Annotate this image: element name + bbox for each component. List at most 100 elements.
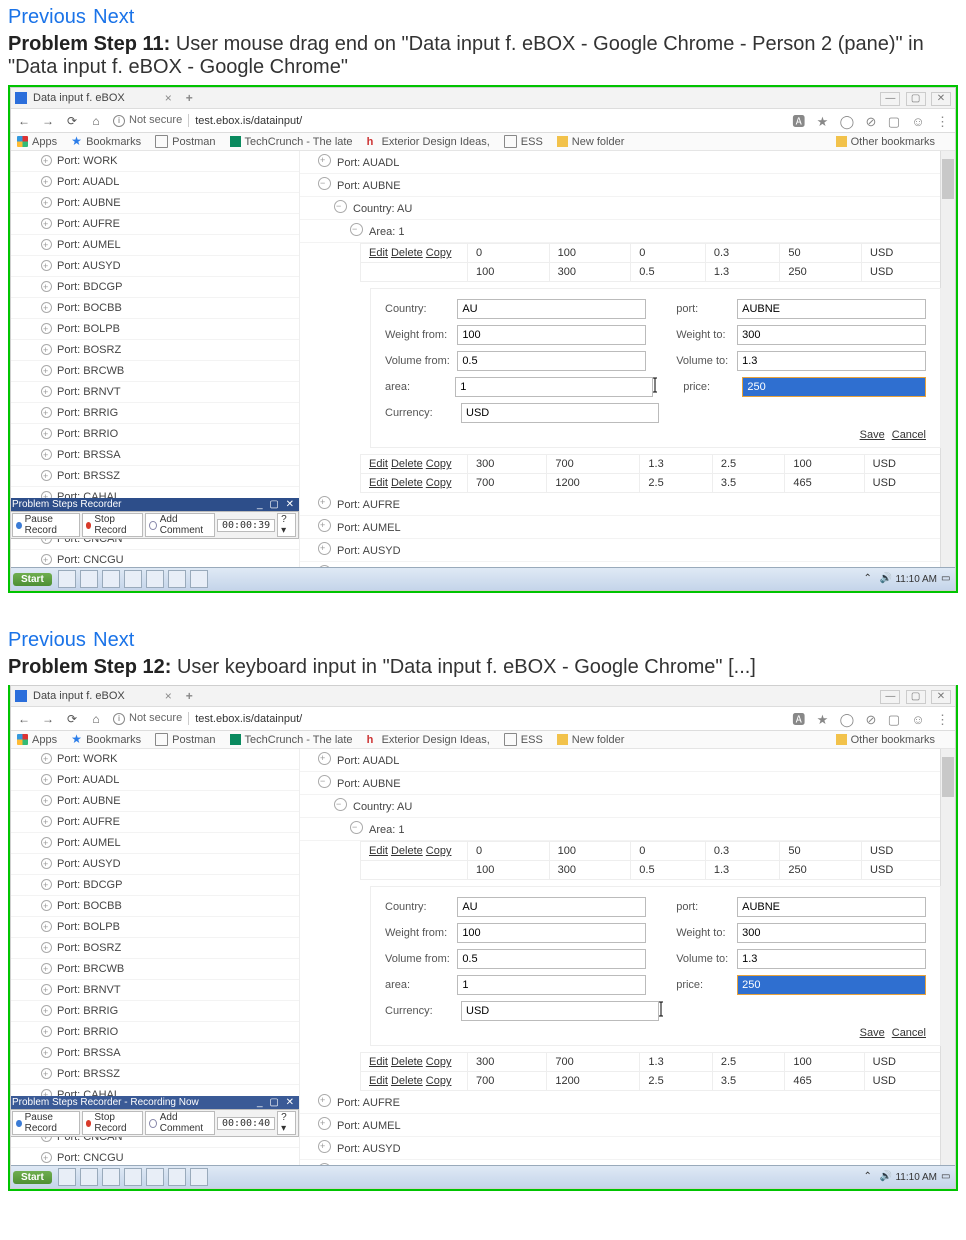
taskbar-icon[interactable] [124,1168,142,1186]
tray-icon[interactable]: 🔊 [879,1171,891,1183]
delete-link[interactable]: Delete [391,1075,423,1087]
bm-ess[interactable]: ESS [504,733,543,746]
port-item[interactable]: Port: WORK [11,151,299,172]
port-item[interactable]: Port: CNCGU [11,550,299,567]
bm-techcrunch[interactable]: TechCrunch - The late [230,136,353,148]
input-wto[interactable] [737,325,926,345]
port-item[interactable]: Port: BRSSA [11,1043,299,1064]
tree-port[interactable]: Port: AUSYD [337,545,401,557]
port-item[interactable]: Port: BOSRZ [11,938,299,959]
bookmark-star-icon[interactable]: ★ [817,712,829,727]
save-link[interactable]: Save [860,1027,885,1039]
expand-icon[interactable] [318,1140,331,1153]
taskbar-icon[interactable] [168,570,186,588]
apps-button[interactable]: Apps [17,136,57,148]
expand-icon[interactable] [318,154,331,167]
port-item[interactable]: Port: WORK [11,749,299,770]
tree-port[interactable]: Port: AUBNE [337,180,401,192]
reload-icon[interactable]: ⟳ [65,114,79,128]
delete-link[interactable]: Delete [391,1056,423,1068]
copy-link[interactable]: Copy [426,1075,452,1087]
tray-icon[interactable]: 🔊 [879,573,891,585]
port-item[interactable]: Port: AUSYD [11,256,299,277]
input-vto[interactable] [737,949,926,969]
edit-link[interactable]: Edit [369,247,388,259]
port-item[interactable]: Port: AUSYD [11,854,299,875]
expand-icon[interactable] [318,542,331,555]
psr-pause[interactable]: Pause Record [12,1111,80,1135]
port-item[interactable]: Port: AUFRE [11,812,299,833]
windows-taskbar[interactable]: Start ⌃ 🔊 11:10 AM ▭ [11,567,955,590]
expand-icon[interactable] [318,565,331,567]
home-icon[interactable]: ⌂ [89,114,103,128]
copy-link[interactable]: Copy [426,845,452,857]
ext-icon-3[interactable]: ▢ [888,712,900,727]
port-item[interactable]: Port: BRRIO [11,424,299,445]
taskbar-icon[interactable] [58,1168,76,1186]
tree-port[interactable]: Port: AUADL [337,157,399,169]
port-item[interactable]: Port: BRSSZ [11,1064,299,1085]
edit-link[interactable]: Edit [369,845,388,857]
input-price[interactable] [737,975,926,995]
port-item[interactable]: Port: BDCGP [11,277,299,298]
input-country[interactable] [457,897,646,917]
prev-link[interactable]: Previous [8,629,86,651]
collapse-icon[interactable] [318,775,331,788]
taskbar-icon[interactable] [58,570,76,588]
forward-icon[interactable]: → [41,114,55,128]
port-item[interactable]: Port: BRNVT [11,980,299,1001]
bm-postman[interactable]: Postman [155,733,215,746]
new-tab-icon[interactable]: + [186,689,193,703]
port-item[interactable]: Port: BOSRZ [11,340,299,361]
collapse-icon[interactable] [350,223,363,236]
input-wfrom[interactable] [457,923,646,943]
bookmark-star-icon[interactable]: ★ [817,114,829,129]
psr-addcomment[interactable]: Add Comment [145,1111,215,1135]
home-icon[interactable]: ⌂ [89,712,103,726]
profile-icon[interactable]: ☺ [911,712,924,727]
ext-icon-3[interactable]: ▢ [888,114,900,129]
bm-exterior[interactable]: hExterior Design Ideas, [367,734,490,746]
other-bookmarks[interactable]: Other bookmarks [836,136,935,148]
port-item[interactable]: Port: AUADL [11,172,299,193]
port-item[interactable]: Port: AUMEL [11,833,299,854]
port-item[interactable]: Port: BRNVT [11,382,299,403]
port-item[interactable]: Port: BOCBB [11,298,299,319]
tree-port[interactable]: Port: AUADL [337,755,399,767]
edit-link[interactable]: Edit [369,458,388,470]
edit-link[interactable]: Edit [369,1075,388,1087]
port-item[interactable]: Port: BOLPB [11,917,299,938]
start-button[interactable]: Start [13,573,52,586]
tree-port[interactable]: Port: AUFRE [337,1097,400,1109]
copy-link[interactable]: Copy [426,477,452,489]
bm-exterior[interactable]: hExterior Design Ideas, [367,136,490,148]
save-link[interactable]: Save [860,429,885,441]
copy-link[interactable]: Copy [426,247,452,259]
port-item[interactable]: Port: BRCWB [11,959,299,980]
next-link[interactable]: Next [93,629,134,651]
port-item[interactable]: Port: CNCGU [11,1148,299,1165]
psr-help[interactable]: ? ▾ [277,513,296,537]
port-item[interactable]: Port: BRSSA [11,445,299,466]
collapse-icon[interactable] [350,821,363,834]
tree-country[interactable]: Country: AU [353,203,412,215]
menu-icon[interactable]: ⋮ [936,712,949,727]
port-item[interactable]: Port: BRSSZ [11,466,299,487]
expand-icon[interactable] [318,519,331,532]
input-vto[interactable] [737,351,926,371]
input-wto[interactable] [737,923,926,943]
input-area[interactable] [457,975,646,995]
taskbar-icon[interactable] [80,1168,98,1186]
ext-icon-1[interactable]: ◯ [840,712,855,727]
next-link[interactable]: Next [93,6,134,28]
bm-techcrunch[interactable]: TechCrunch - The late [230,734,353,746]
taskbar-icon[interactable] [190,570,208,588]
collapse-icon[interactable] [318,177,331,190]
input-wfrom[interactable] [457,325,646,345]
back-icon[interactable]: ← [17,114,31,128]
psr-addcomment[interactable]: Add Comment [145,513,215,537]
input-currency[interactable] [461,1001,659,1021]
taskbar-icon[interactable] [124,570,142,588]
win-close-icon[interactable]: ✕ [931,92,951,106]
other-bookmarks[interactable]: Other bookmarks [836,734,935,746]
